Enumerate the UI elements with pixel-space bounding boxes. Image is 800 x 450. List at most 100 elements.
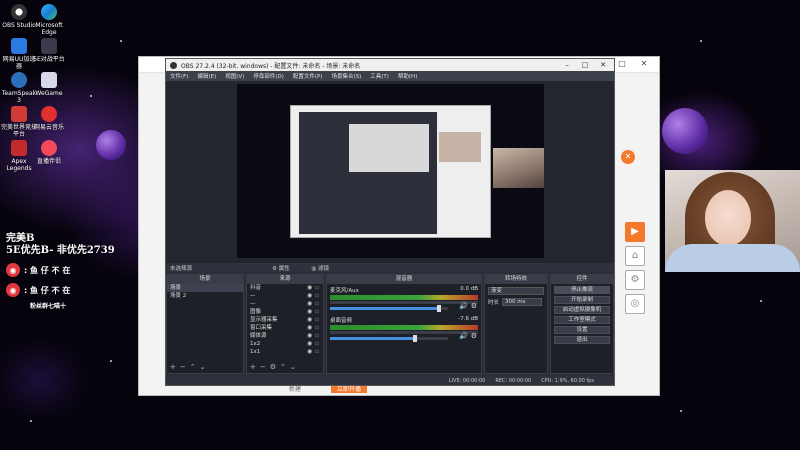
- scene-item[interactable]: 场景: [167, 284, 243, 292]
- up-icon[interactable]: ⌃: [190, 363, 196, 371]
- filters-button[interactable]: ◍ 滤镜: [311, 266, 339, 272]
- lock-icon[interactable]: ▫: [315, 348, 323, 356]
- properties-button[interactable]: ⚙ 属性: [272, 266, 300, 272]
- desktop-icon-wegame[interactable]: WeGame: [30, 72, 68, 97]
- star: [110, 360, 112, 362]
- mixer-dock: 混音器 麦克风/Aux 0.0 dB 🔊 ⚙ 桌面音频 -7.6 dB 🔊 ⚙: [326, 274, 482, 374]
- studio-mode-button[interactable]: 工作室模式: [554, 316, 610, 324]
- source-item[interactable]: 媒体源 ◉ ▫: [247, 332, 323, 340]
- planet-decoration: [96, 130, 126, 160]
- lock-icon[interactable]: ▫: [315, 292, 323, 300]
- lock-icon[interactable]: ▫: [315, 284, 323, 292]
- exit-button[interactable]: 退出: [554, 336, 610, 344]
- volume-fader[interactable]: [330, 305, 448, 312]
- down-icon[interactable]: ⌄: [290, 363, 296, 371]
- eye-icon[interactable]: ◉: [307, 340, 315, 348]
- transition-select[interactable]: 渐变: [488, 287, 544, 295]
- bgapp-side-settings-button[interactable]: ⚙: [625, 270, 645, 290]
- speaker-icon[interactable]: 🔊: [459, 332, 468, 340]
- fader-knob[interactable]: [436, 305, 441, 312]
- remove-icon[interactable]: −: [180, 363, 186, 371]
- source-item[interactable]: 抖音 ◉ ▫: [247, 284, 323, 292]
- eye-icon[interactable]: ◉: [307, 284, 315, 292]
- obs-window-title: OBS 27.2.4 (32-bit, windows) - 配置文件: 未命名…: [181, 62, 361, 70]
- up-icon[interactable]: ⌃: [280, 363, 286, 371]
- menu-edit[interactable]: 编辑(E): [197, 72, 216, 80]
- close-button[interactable]: ✕: [633, 59, 655, 68]
- obs-maximize-button[interactable]: □: [576, 59, 594, 71]
- eye-icon[interactable]: ◉: [307, 292, 315, 300]
- eye-icon[interactable]: ◉: [307, 308, 315, 316]
- source-item[interactable]: — ◉ ▫: [247, 292, 323, 300]
- gear-icon[interactable]: ⚙: [471, 302, 477, 310]
- cpu-status: CPU: 1.9%, 60.00 fps: [541, 377, 594, 384]
- eye-icon[interactable]: ◉: [307, 332, 315, 340]
- menu-view[interactable]: 视图(V): [225, 72, 244, 80]
- obs-close-button[interactable]: ✕: [594, 59, 612, 71]
- star: [90, 95, 92, 97]
- lock-icon[interactable]: ▫: [315, 340, 323, 348]
- menu-help[interactable]: 帮助(H): [398, 72, 417, 80]
- source-item[interactable]: 图像 ◉ ▫: [247, 308, 323, 316]
- source-item[interactable]: 窗口采集 ◉ ▫: [247, 324, 323, 332]
- source-item[interactable]: 显示器采集 ◉ ▫: [247, 316, 323, 324]
- fader-fill: [330, 307, 439, 310]
- nested-window-capture: [290, 105, 491, 238]
- lock-icon[interactable]: ▫: [315, 332, 323, 340]
- add-icon[interactable]: +: [250, 363, 256, 371]
- start-recording-button[interactable]: 开始录制: [554, 296, 610, 304]
- eye-icon[interactable]: ◉: [307, 300, 315, 308]
- gear-icon[interactable]: ⚙: [471, 332, 477, 340]
- nested-inner-preview: [349, 124, 429, 172]
- desktop-icon-livecompanion[interactable]: 直播伴侣: [30, 140, 68, 165]
- notification-badge-icon[interactable]: ✕: [621, 150, 635, 164]
- lock-icon[interactable]: ▫: [315, 308, 323, 316]
- bgapp-side-headset-button[interactable]: ◎: [625, 294, 645, 314]
- lock-icon[interactable]: ▫: [315, 324, 323, 332]
- stop-streaming-button[interactable]: 停止推流: [554, 286, 610, 294]
- eye-icon[interactable]: ◉: [307, 316, 315, 324]
- wegame-icon: [41, 72, 57, 88]
- channel-db: 0.0 dB: [460, 286, 478, 292]
- settings-button[interactable]: 设置: [554, 326, 610, 334]
- desktop-icon-edge[interactable]: Microsoft Edge: [30, 4, 68, 36]
- uu-icon: [11, 38, 27, 54]
- lock-icon[interactable]: ▫: [315, 316, 323, 324]
- start-virtual-camera-button[interactable]: 启动虚拟摄像机: [554, 306, 610, 314]
- add-icon[interactable]: +: [170, 363, 176, 371]
- volume-fader[interactable]: [330, 335, 448, 342]
- transitions-dock: 转场特效 渐变 时长 300 ms: [484, 274, 548, 374]
- no-source-selected-label: 未选择源: [170, 265, 193, 272]
- menu-file[interactable]: 文件(F): [170, 72, 188, 80]
- obs-menubar: 文件(F) 编辑(E) 视图(V) 停靠部件(D) 配置文件(P) 场景集合(S…: [166, 71, 614, 81]
- menu-docks[interactable]: 停靠部件(D): [253, 72, 284, 80]
- gear-icon[interactable]: ⚙: [270, 363, 276, 371]
- weibo-icon: ◉: [6, 283, 20, 297]
- volume-meter: [330, 331, 478, 334]
- down-icon[interactable]: ⌄: [200, 363, 206, 371]
- menu-tools[interactable]: 工具(T): [370, 72, 389, 80]
- fader-knob[interactable]: [412, 335, 417, 342]
- volume-meter: [330, 295, 478, 300]
- desktop-icon-neteasemusic[interactable]: 网易云音乐: [30, 106, 68, 131]
- source-item[interactable]: 1x1 ◉ ▫: [247, 348, 323, 356]
- eye-icon[interactable]: ◉: [307, 324, 315, 332]
- obs-statusbar: LIVE: 00:00:00 REC: 00:00:00 CPU: 1.9%, …: [166, 376, 614, 385]
- speaker-icon[interactable]: 🔊: [459, 302, 468, 310]
- channel-db: -7.6 dB: [458, 316, 478, 322]
- preview-canvas[interactable]: [237, 84, 544, 258]
- scene-item[interactable]: 场景 2: [167, 292, 243, 300]
- source-item[interactable]: 1x2 ◉ ▫: [247, 340, 323, 348]
- source-item[interactable]: — ◉ ▫: [247, 300, 323, 308]
- remove-icon[interactable]: −: [260, 363, 266, 371]
- bgapp-side-home-button[interactable]: ⌂: [625, 246, 645, 266]
- desktop-icon-5e[interactable]: 5E对战平台: [30, 38, 68, 63]
- menu-scene-collection[interactable]: 场景集合(S): [331, 72, 361, 80]
- duration-input[interactable]: 300 ms: [502, 298, 543, 306]
- obs-minimize-button[interactable]: –: [558, 59, 576, 71]
- lock-icon[interactable]: ▫: [315, 300, 323, 308]
- transition-mode-row: 渐变: [488, 287, 544, 295]
- eye-icon[interactable]: ◉: [307, 348, 315, 356]
- bgapp-side-play-button[interactable]: ▶: [625, 222, 645, 242]
- menu-profile[interactable]: 配置文件(P): [293, 72, 323, 80]
